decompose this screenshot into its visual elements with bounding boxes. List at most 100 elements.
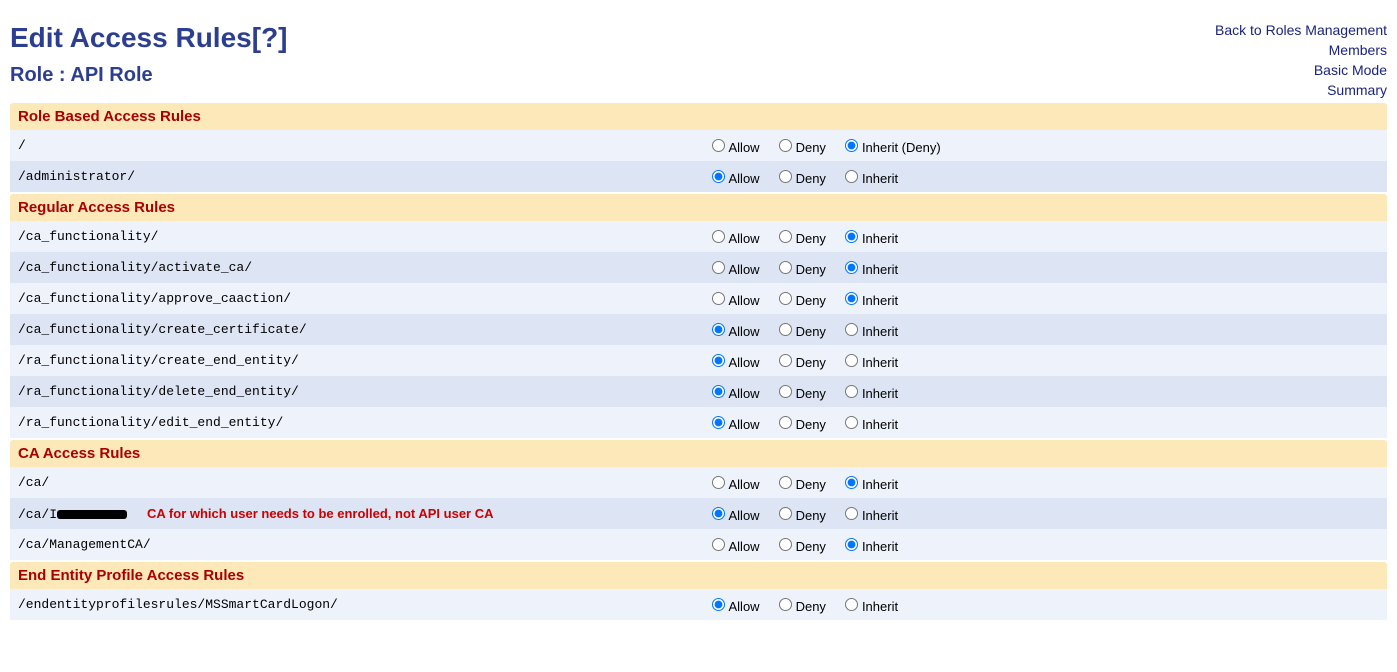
deny-radio-label[interactable]: Deny xyxy=(774,599,826,614)
inherit-radio[interactable] xyxy=(845,507,858,520)
allow-radio-label[interactable]: Allow xyxy=(707,140,760,155)
inherit-radio-label[interactable]: Inherit (Deny) xyxy=(840,140,941,155)
deny-radio-label[interactable]: Deny xyxy=(774,231,826,246)
link-basic-mode[interactable]: Basic Mode xyxy=(1215,62,1387,78)
deny-radio-label[interactable]: Deny xyxy=(774,355,826,370)
deny-radio[interactable] xyxy=(779,139,792,152)
inherit-radio[interactable] xyxy=(845,261,858,274)
link-summary[interactable]: Summary xyxy=(1215,82,1387,98)
allow-radio[interactable] xyxy=(712,385,725,398)
inherit-radio[interactable] xyxy=(845,385,858,398)
deny-radio-label[interactable]: Deny xyxy=(774,477,826,492)
inherit-radio-label[interactable]: Inherit xyxy=(840,324,898,339)
allow-radio-label[interactable]: Allow xyxy=(707,386,760,401)
rule-row: /administrator/AllowDenyInherit xyxy=(10,161,1387,192)
allow-radio-label[interactable]: Allow xyxy=(707,324,760,339)
deny-radio-label[interactable]: Deny xyxy=(774,508,826,523)
allow-radio-label[interactable]: Allow xyxy=(707,599,760,614)
inherit-radio-label[interactable]: Inherit xyxy=(840,417,898,432)
deny-radio-label[interactable]: Deny xyxy=(774,293,826,308)
allow-radio-text: Allow xyxy=(729,231,760,246)
inherit-radio[interactable] xyxy=(845,538,858,551)
deny-radio-label[interactable]: Deny xyxy=(774,417,826,432)
deny-radio[interactable] xyxy=(779,354,792,367)
allow-radio-label[interactable]: Allow xyxy=(707,355,760,370)
allow-radio[interactable] xyxy=(712,292,725,305)
help-link[interactable]: ? xyxy=(261,22,278,53)
inherit-radio-label[interactable]: Inherit xyxy=(840,355,898,370)
deny-radio[interactable] xyxy=(779,292,792,305)
deny-radio-label[interactable]: Deny xyxy=(774,386,826,401)
deny-radio-label[interactable]: Deny xyxy=(774,140,826,155)
allow-radio[interactable] xyxy=(712,170,725,183)
deny-radio[interactable] xyxy=(779,416,792,429)
deny-radio-text: Deny xyxy=(796,231,826,246)
inherit-radio[interactable] xyxy=(845,476,858,489)
inherit-radio-label[interactable]: Inherit xyxy=(840,231,898,246)
deny-radio[interactable] xyxy=(779,507,792,520)
allow-radio-label[interactable]: Allow xyxy=(707,231,760,246)
inherit-radio-label[interactable]: Inherit xyxy=(840,477,898,492)
deny-radio[interactable] xyxy=(779,261,792,274)
allow-radio-text: Allow xyxy=(729,477,760,492)
inherit-radio[interactable] xyxy=(845,230,858,243)
rule-controls: Allow Deny Inherit xyxy=(699,345,1388,376)
inherit-radio-label[interactable]: Inherit xyxy=(840,539,898,554)
rule-controls: Allow Deny Inherit xyxy=(699,498,1388,529)
allow-radio-label[interactable]: Allow xyxy=(707,262,760,277)
inherit-radio-label[interactable]: Inherit xyxy=(840,599,898,614)
allow-radio-text: Allow xyxy=(729,386,760,401)
allow-radio[interactable] xyxy=(712,139,725,152)
deny-radio-label[interactable]: Deny xyxy=(774,539,826,554)
inherit-radio-label[interactable]: Inherit xyxy=(840,293,898,308)
inherit-radio[interactable] xyxy=(845,416,858,429)
deny-radio-text: Deny xyxy=(796,140,826,155)
deny-radio-label[interactable]: Deny xyxy=(774,324,826,339)
inherit-radio[interactable] xyxy=(845,170,858,183)
page-title-text: Edit Access Rules xyxy=(10,22,252,53)
deny-radio[interactable] xyxy=(779,170,792,183)
deny-radio[interactable] xyxy=(779,323,792,336)
rule-row: /AllowDenyInherit (Deny) xyxy=(10,130,1387,161)
deny-radio-label[interactable]: Deny xyxy=(774,171,826,186)
inherit-radio-text: Inherit xyxy=(862,171,898,186)
deny-radio[interactable] xyxy=(779,598,792,611)
inherit-radio[interactable] xyxy=(845,598,858,611)
allow-radio-label[interactable]: Allow xyxy=(707,477,760,492)
allow-radio[interactable] xyxy=(712,354,725,367)
allow-radio[interactable] xyxy=(712,230,725,243)
inherit-radio-label[interactable]: Inherit xyxy=(840,262,898,277)
allow-radio[interactable] xyxy=(712,538,725,551)
link-back-roles-management[interactable]: Back to Roles Management xyxy=(1215,22,1387,38)
inherit-radio-label[interactable]: Inherit xyxy=(840,508,898,523)
rule-path: /ra_functionality/delete_end_entity/ xyxy=(10,376,699,407)
inherit-radio[interactable] xyxy=(845,139,858,152)
allow-radio-label[interactable]: Allow xyxy=(707,508,760,523)
inherit-radio[interactable] xyxy=(845,354,858,367)
allow-radio-label[interactable]: Allow xyxy=(707,293,760,308)
rules-table: /endentityprofilesrules/MSSmartCardLogon… xyxy=(10,589,1387,620)
deny-radio[interactable] xyxy=(779,230,792,243)
deny-radio[interactable] xyxy=(779,476,792,489)
allow-radio[interactable] xyxy=(712,261,725,274)
allow-radio[interactable] xyxy=(712,323,725,336)
inherit-radio-label[interactable]: Inherit xyxy=(840,386,898,401)
rule-row: /ca_functionality/create_certificate/All… xyxy=(10,314,1387,345)
allow-radio-label[interactable]: Allow xyxy=(707,417,760,432)
allow-radio-label[interactable]: Allow xyxy=(707,171,760,186)
deny-radio[interactable] xyxy=(779,385,792,398)
link-members[interactable]: Members xyxy=(1215,42,1387,58)
inherit-radio[interactable] xyxy=(845,292,858,305)
deny-radio[interactable] xyxy=(779,538,792,551)
allow-radio[interactable] xyxy=(712,476,725,489)
rule-row: /ca/ManagementCA/AllowDenyInherit xyxy=(10,529,1387,560)
allow-radio[interactable] xyxy=(712,507,725,520)
allow-radio[interactable] xyxy=(712,598,725,611)
inherit-radio-label[interactable]: Inherit xyxy=(840,171,898,186)
rules-section: End Entity Profile Access Rules/endentit… xyxy=(10,562,1387,620)
rule-path: /ra_functionality/edit_end_entity/ xyxy=(10,407,699,438)
deny-radio-label[interactable]: Deny xyxy=(774,262,826,277)
allow-radio[interactable] xyxy=(712,416,725,429)
inherit-radio[interactable] xyxy=(845,323,858,336)
allow-radio-label[interactable]: Allow xyxy=(707,539,760,554)
